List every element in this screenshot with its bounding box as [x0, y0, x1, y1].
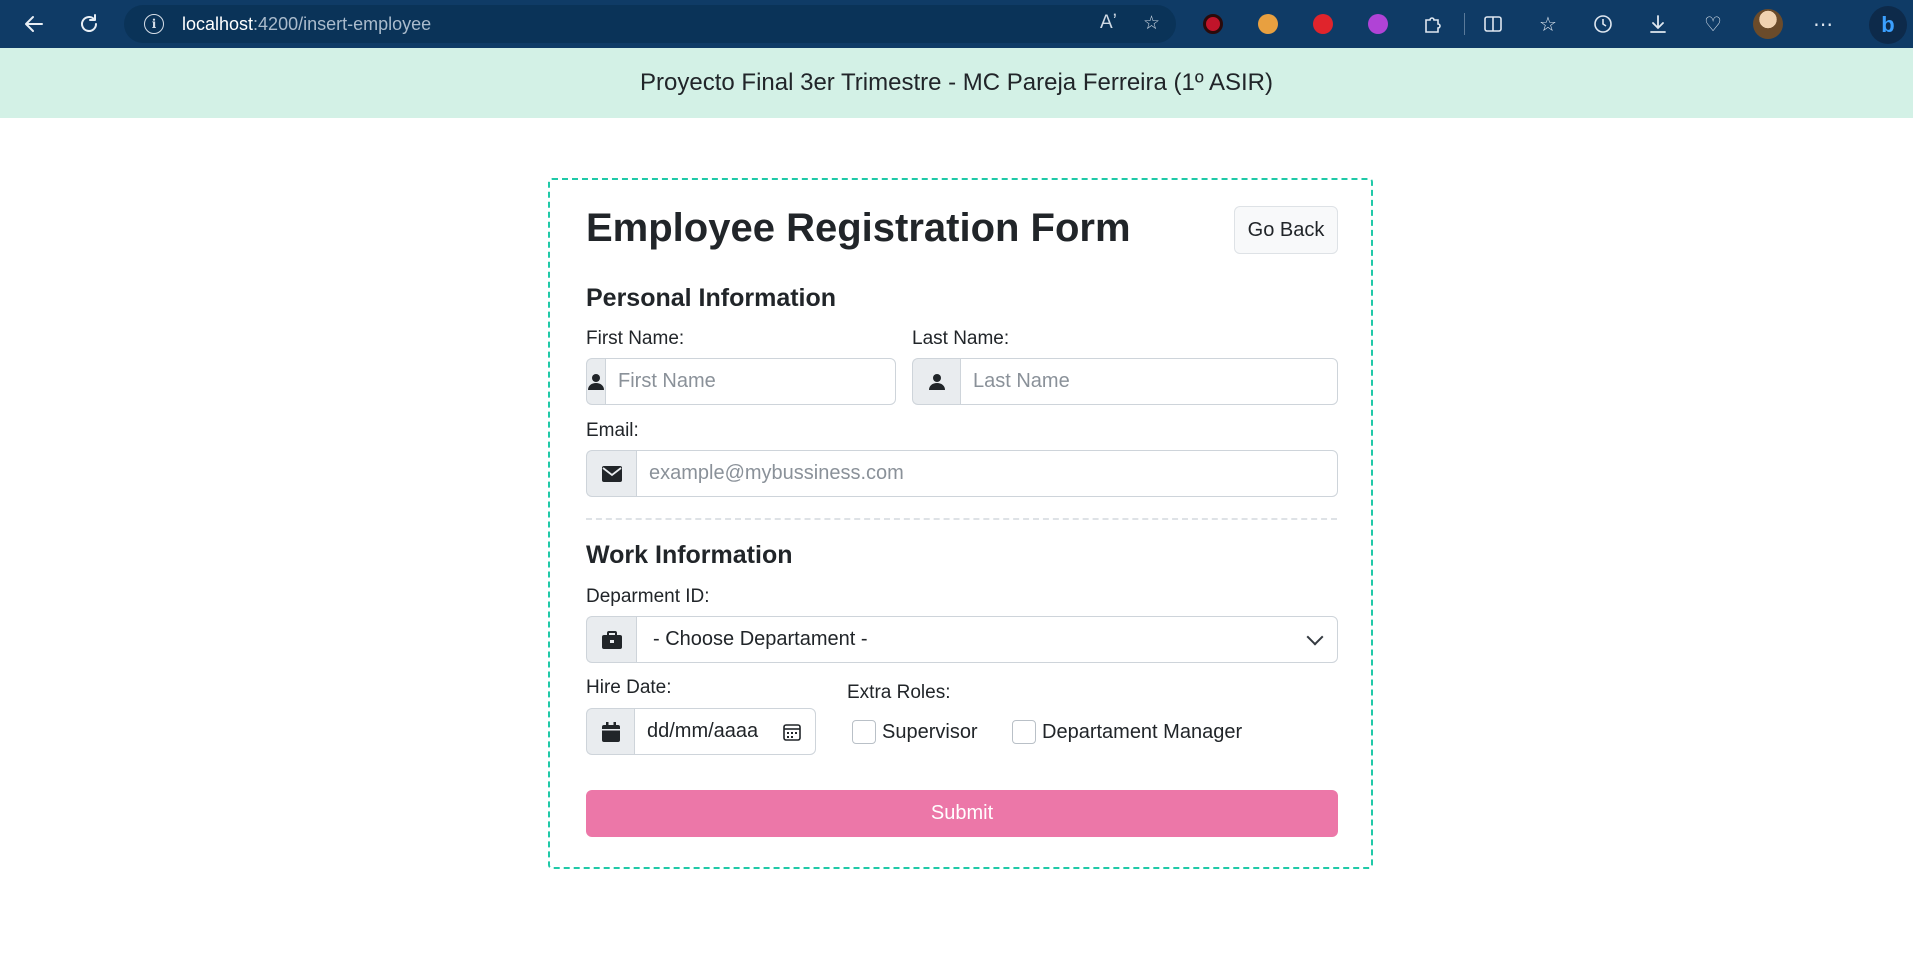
work-info-heading: Work Information — [586, 541, 793, 569]
section-divider — [586, 518, 1337, 520]
extensions-puzzle-icon[interactable] — [1415, 6, 1451, 42]
supervisor-checkbox[interactable] — [852, 720, 876, 744]
briefcase-icon — [586, 616, 636, 663]
department-manager-option[interactable]: Departament Manager — [1012, 720, 1242, 744]
app-title: Proyecto Final 3er Trimestre - MC Pareja… — [640, 69, 1273, 96]
extension-purple-icon[interactable] — [1360, 6, 1396, 42]
extension-monkey-icon[interactable] — [1250, 6, 1286, 42]
department-manager-checkbox[interactable] — [1012, 720, 1036, 744]
extension-hand-icon[interactable] — [1305, 6, 1341, 42]
date-picker-icon[interactable] — [783, 723, 801, 741]
more-icon[interactable]: ⋯ — [1805, 6, 1841, 42]
downloads-icon[interactable] — [1640, 6, 1676, 42]
submit-button[interactable]: Submit — [586, 790, 1338, 837]
bing-icon[interactable]: b — [1869, 6, 1907, 44]
health-icon[interactable]: ♡ — [1695, 6, 1731, 42]
department-manager-label[interactable]: Departament Manager — [1042, 721, 1242, 744]
user-icon — [586, 358, 605, 405]
registration-form-card: Employee Registration Form Go Back Perso… — [548, 178, 1373, 869]
history-icon[interactable] — [1585, 6, 1621, 42]
department-selected-value: - Choose Departament - — [653, 628, 868, 650]
hire-date-input[interactable]: dd/mm/aaaa — [634, 708, 816, 755]
last-name-input[interactable] — [960, 358, 1338, 405]
chevron-down-icon — [1306, 628, 1324, 645]
reload-icon[interactable] — [71, 6, 107, 42]
hire-date-group: dd/mm/aaaa — [586, 708, 816, 755]
extension-red-icon[interactable] — [1195, 6, 1231, 42]
read-aloud-icon[interactable]: Aʼ — [1100, 12, 1117, 35]
email-input[interactable] — [636, 450, 1338, 497]
browser-toolbar: i localhost:4200/insert-employee Aʼ ☆ ☆ … — [0, 0, 1913, 48]
personal-info-heading: Personal Information — [586, 284, 837, 312]
user-icon — [912, 358, 960, 405]
email-group — [586, 450, 1338, 497]
form-title: Employee Registration Form — [586, 206, 1131, 250]
url-text[interactable]: localhost:4200/insert-employee — [182, 14, 431, 35]
go-back-button[interactable]: Go Back — [1234, 206, 1338, 254]
profile-avatar[interactable] — [1750, 6, 1786, 42]
info-icon[interactable]: i — [144, 14, 164, 34]
app-header: Proyecto Final 3er Trimestre - MC Pareja… — [0, 48, 1913, 118]
department-group: - Choose Departament - — [586, 616, 1338, 663]
split-screen-icon[interactable] — [1475, 6, 1511, 42]
first-name-group — [586, 358, 896, 405]
last-name-group — [912, 358, 1338, 405]
department-label: Deparment ID: — [586, 586, 710, 607]
last-name-label: Last Name: — [912, 328, 1010, 349]
first-name-input[interactable] — [605, 358, 896, 405]
calendar-icon — [586, 708, 634, 755]
back-icon[interactable] — [16, 6, 52, 42]
hire-date-label: Hire Date: — [586, 677, 672, 698]
supervisor-label[interactable]: Supervisor — [882, 721, 978, 744]
extra-roles-label: Extra Roles: — [847, 682, 951, 703]
supervisor-option[interactable]: Supervisor — [852, 720, 978, 744]
toolbar-divider — [1464, 13, 1465, 35]
hire-date-value: dd/mm/aaaa — [647, 720, 759, 742]
department-select[interactable]: - Choose Departament - — [636, 616, 1338, 663]
envelope-icon — [586, 450, 636, 497]
favorite-star-icon[interactable]: ☆ — [1143, 12, 1160, 35]
address-bar[interactable]: i localhost:4200/insert-employee Aʼ ☆ — [124, 5, 1176, 43]
first-name-label: First Name: — [586, 328, 685, 349]
email-label: Email: — [586, 420, 639, 441]
favorites-icon[interactable]: ☆ — [1530, 6, 1566, 42]
